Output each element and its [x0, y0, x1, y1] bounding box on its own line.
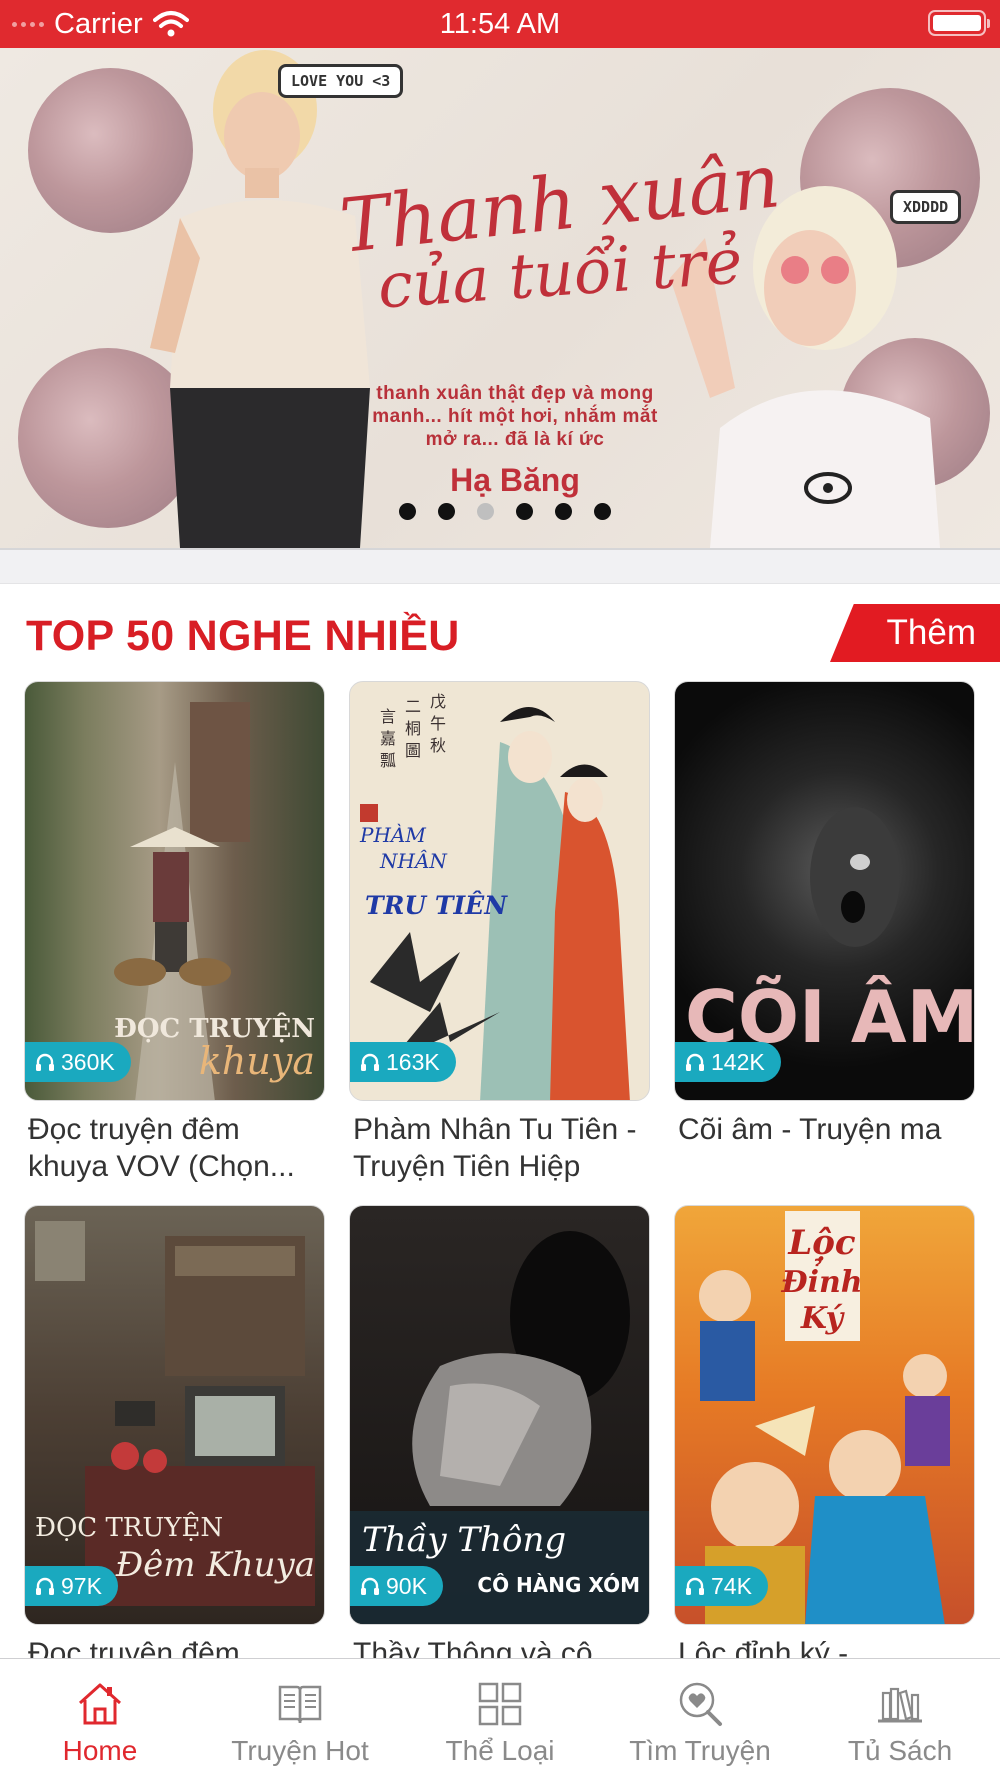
headphone-icon	[36, 1053, 54, 1071]
tab-bar: Home Truyện Hot Thể Loại Tìm Truyện Tủ S…	[0, 1658, 1000, 1778]
tab-label: Truyện Hot	[231, 1735, 369, 1766]
listen-count-badge: 163K	[350, 1042, 456, 1082]
book-icon	[278, 1685, 322, 1724]
story-cover[interactable]: Lộc Đỉnh Ký 74K	[674, 1205, 975, 1625]
home-icon	[78, 1683, 122, 1725]
more-button[interactable]: Thêm	[830, 604, 1000, 662]
listen-count: 142K	[711, 1048, 765, 1075]
story-card[interactable]: CÕI ÂM 142K Cõi âm - Truyện ma	[674, 681, 975, 1181]
battery-icon	[928, 10, 990, 36]
svg-text:午: 午	[430, 714, 446, 733]
svg-text:桐: 桐	[405, 719, 421, 738]
page-dot[interactable]	[399, 503, 416, 520]
listen-count: 90K	[386, 1572, 427, 1599]
svg-text:khuya: khuya	[199, 1039, 315, 1083]
story-cover[interactable]: 言嘉瓢 二桐圖 戊午秋 PHÀM NHÂN TRU TIÊN 163K	[349, 681, 650, 1101]
headphone-icon	[686, 1053, 704, 1071]
page-dot-active[interactable]	[477, 503, 494, 520]
svg-text:PHÀM: PHÀM	[359, 823, 426, 847]
banner-subtitle: thanh xuân thật đẹp và mong manh... hít …	[372, 383, 658, 450]
listen-count-badge: 142K	[675, 1042, 781, 1082]
svg-text:Đỉnh: Đỉnh	[780, 1258, 862, 1300]
svg-text:CÔ HÀNG XÓM: CÔ HÀNG XÓM	[477, 1573, 640, 1597]
banner-author: Hạ Băng	[450, 462, 580, 498]
tab-label: Thể Loại	[445, 1735, 555, 1766]
listen-count: 163K	[386, 1048, 440, 1075]
story-card[interactable]: ĐỌC TRUYỆN Đêm Khuya 97K Đọc truyện đêm	[24, 1205, 325, 1705]
headphone-icon	[361, 1053, 379, 1071]
page-dot[interactable]	[555, 503, 572, 520]
svg-text:圖: 圖	[405, 741, 421, 760]
headphone-icon	[361, 1577, 379, 1595]
cover-art: ĐỌC TRUYỆN khuya	[114, 702, 315, 1100]
carousel-page-indicator	[0, 503, 1000, 520]
story-cover[interactable]: ĐỌC TRUYỆN khuya 360K	[24, 681, 325, 1101]
tab-truyen-hot[interactable]: Truyện Hot	[200, 1659, 400, 1778]
svg-text:Ký: Ký	[800, 1301, 846, 1336]
listen-count-badge: 360K	[25, 1042, 131, 1082]
search-heart-icon	[679, 1682, 722, 1726]
svg-text:Đêm Khuya: Đêm Khuya	[115, 1545, 315, 1585]
story-card[interactable]: 言嘉瓢 二桐圖 戊午秋 PHÀM NHÂN TRU TIÊN 163K Phàm…	[349, 681, 650, 1183]
speech-bubble-left: LOVE YOU <3	[278, 64, 404, 98]
story-card[interactable]: Thầy Thông CÔ HÀNG XÓM 90K Thầy Thông và…	[349, 1205, 650, 1705]
story-title[interactable]: Phàm Nhân Tu Tiên - Truyện Tiên Hiệp	[349, 1111, 650, 1185]
tab-tim-truyen[interactable]: Tìm Truyện	[600, 1659, 800, 1778]
page-dot[interactable]	[516, 503, 533, 520]
cover-art: CÕI ÂM	[685, 807, 974, 1059]
tab-home[interactable]: Home	[0, 1659, 200, 1778]
section-separator	[0, 548, 1000, 584]
svg-text:Thầy Thông: Thầy Thông	[362, 1520, 566, 1560]
tab-label: Tủ Sách	[847, 1735, 953, 1766]
story-cover[interactable]: Thầy Thông CÔ HÀNG XÓM 90K	[349, 1205, 650, 1625]
page-dot[interactable]	[594, 503, 611, 520]
svg-text:NHÂN: NHÂN	[379, 849, 448, 873]
svg-text:二: 二	[405, 697, 421, 716]
headphone-icon	[36, 1577, 54, 1595]
banner-carousel[interactable]: LOVE YOU <3 XDDDD Thanh xuân của tuổi tr…	[0, 48, 1000, 548]
section-title: TOP 50 NGHE NHIỀU	[26, 612, 460, 660]
svg-text:秋: 秋	[430, 736, 446, 755]
page-dot[interactable]	[438, 503, 455, 520]
story-cover[interactable]: ĐỌC TRUYỆN Đêm Khuya 97K	[24, 1205, 325, 1625]
cover-art: Thầy Thông CÔ HÀNG XÓM	[350, 1231, 649, 1624]
grid-icon	[478, 1682, 522, 1726]
tab-tu-sach[interactable]: Tủ Sách	[800, 1659, 1000, 1778]
cover-art: ĐỌC TRUYỆN Đêm Khuya	[35, 1221, 315, 1606]
banner-title: Thanh xuân của tuổi trẻ	[330, 138, 790, 322]
story-title[interactable]: Cõi âm - Truyện ma	[674, 1111, 975, 1185]
svg-text:嘉: 嘉	[380, 729, 396, 748]
svg-text:瓢: 瓢	[380, 751, 396, 770]
story-card[interactable]: Lộc Đỉnh Ký 74K Lộc đỉnh ký -	[674, 1205, 975, 1705]
listen-count-badge: 97K	[25, 1566, 118, 1606]
tab-label: Home	[62, 1735, 138, 1766]
cover-art: 言嘉瓢 二桐圖 戊午秋 PHÀM NHÂN TRU TIÊN	[359, 692, 630, 1100]
listen-count: 360K	[61, 1048, 115, 1075]
listen-count: 97K	[61, 1572, 102, 1599]
tab-label: Tìm Truyện	[629, 1735, 771, 1766]
story-cover[interactable]: CÕI ÂM 142K	[674, 681, 975, 1101]
more-button-label: Thêm	[886, 613, 976, 652]
svg-text:戊: 戊	[430, 692, 446, 711]
story-grid: ĐỌC TRUYỆN khuya 360K Đọc truyện đêm khu…	[24, 681, 980, 1705]
listen-count-badge: 74K	[675, 1566, 768, 1606]
svg-text:ĐỌC TRUYỆN: ĐỌC TRUYỆN	[35, 1511, 223, 1543]
tab-the-loai[interactable]: Thể Loại	[400, 1659, 600, 1778]
cover-art: Lộc Đỉnh Ký	[699, 1211, 950, 1624]
story-card[interactable]: ĐỌC TRUYỆN khuya 360K Đọc truyện đêm khu…	[24, 681, 325, 1183]
status-time: 11:54 AM	[439, 8, 561, 40]
svg-text:Lộc: Lộc	[787, 1223, 856, 1263]
speech-bubble-right: XDDDD	[890, 190, 962, 224]
headphone-icon	[686, 1577, 704, 1595]
bookshelf-icon	[878, 1687, 922, 1723]
svg-text:TRU TIÊN: TRU TIÊN	[365, 891, 508, 920]
status-bar: Carrier 11:54 AM	[0, 0, 1000, 48]
story-title[interactable]: Đọc truyện đêm khuya VOV (Chọn...	[24, 1111, 325, 1185]
listen-count: 74K	[711, 1572, 752, 1599]
listen-count-badge: 90K	[350, 1566, 443, 1606]
svg-text:言: 言	[380, 707, 396, 726]
